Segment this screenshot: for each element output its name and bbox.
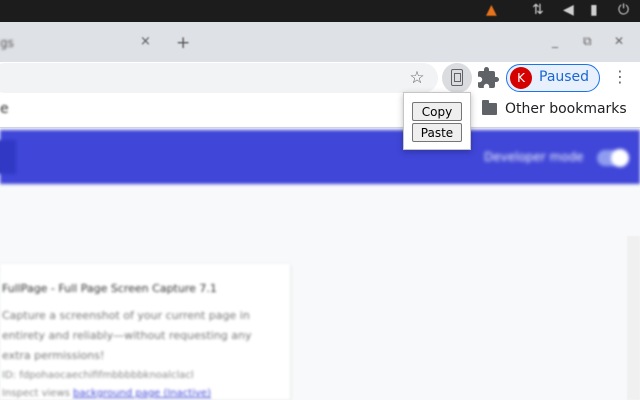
search-field[interactable] <box>0 140 16 174</box>
other-bookmarks-button[interactable]: Other bookmarks <box>505 101 627 117</box>
browser-tab[interactable]: gs × <box>0 30 165 62</box>
extension-description: Capture a screenshot of your current pag… <box>2 309 252 362</box>
extensions-puzzle-icon[interactable] <box>476 66 500 90</box>
profile-status-label: Paused <box>539 69 590 85</box>
new-tab-button[interactable]: + <box>176 33 190 53</box>
tab-strip: gs × + _ ⧉ ✕ <box>0 22 640 62</box>
background-page-link[interactable]: background page (Inactive) <box>73 388 211 399</box>
developer-mode-toggle[interactable] <box>597 149 629 167</box>
extensions-header: Developer mode <box>0 130 640 184</box>
profile-chip[interactable]: K Paused <box>506 64 600 92</box>
battery-icon[interactable]: ▮ <box>590 2 598 18</box>
copy-button[interactable]: Copy <box>412 102 462 121</box>
os-top-bar: ▲ ⇅ ◀ ▮ ⏻ <box>0 0 640 22</box>
extension-popup: Copy Paste <box>403 92 471 150</box>
network-icon[interactable]: ⇅ <box>532 2 544 18</box>
extension-name: FullPage - Full Page Screen Capture 7.1 <box>2 282 217 295</box>
address-bar[interactable] <box>0 63 438 93</box>
bookmark-star-icon[interactable]: ☆ <box>406 67 428 89</box>
extensions-page: Developer mode FullPage - Full Page Scre… <box>0 128 640 400</box>
close-window-button[interactable]: ✕ <box>614 34 624 48</box>
kebab-menu-icon[interactable]: ⋮ <box>612 67 628 86</box>
inspect-views-prefix: Inspect views <box>2 388 74 399</box>
power-icon[interactable]: ⏻ <box>618 2 629 18</box>
clipboard-extension-button[interactable] <box>442 63 472 93</box>
paste-button[interactable]: Paste <box>412 123 462 142</box>
extension-id: ID: fdpohaocaechififmbbbbbknoalclacl <box>2 370 194 381</box>
vlc-cone-icon[interactable]: ▲ <box>486 2 497 18</box>
tab-title: gs <box>0 36 14 50</box>
page-scrollbar[interactable] <box>627 236 640 400</box>
tab-close-icon[interactable]: × <box>140 34 151 49</box>
maximize-button[interactable]: ⧉ <box>583 34 592 49</box>
folder-icon <box>482 100 497 115</box>
clipboard-icon <box>451 69 463 86</box>
bookmarks-bar: e Other bookmarks <box>0 94 640 128</box>
developer-mode-label: Developer mode <box>484 150 584 164</box>
extension-card: FullPage - Full Page Screen Capture 7.1 … <box>0 264 290 400</box>
bookmark-item[interactable]: e <box>0 101 9 117</box>
minimize-button[interactable]: _ <box>552 34 558 48</box>
browser-toolbar: ☆ K Paused ⋮ <box>0 62 640 94</box>
avatar: K <box>510 67 532 89</box>
inspect-views: Inspect views background page (Inactive) <box>2 388 211 399</box>
volume-icon[interactable]: ◀ <box>563 2 574 18</box>
